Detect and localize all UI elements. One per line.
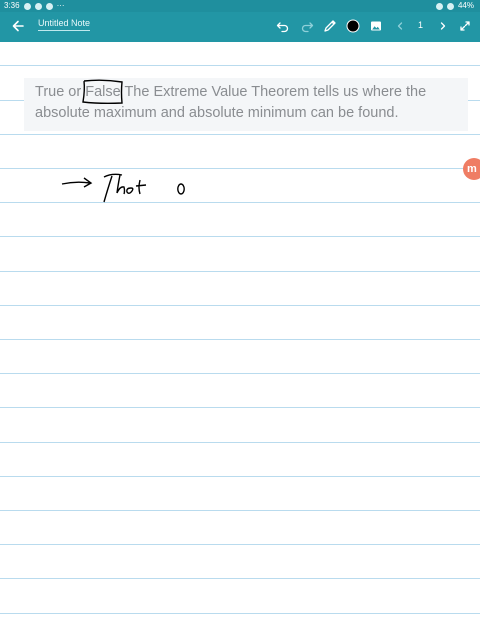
status-more: ··· bbox=[56, 1, 65, 10]
rule-line bbox=[0, 305, 480, 306]
status-time: 3:36 bbox=[4, 1, 20, 10]
rule-line bbox=[0, 134, 480, 135]
wifi-icon bbox=[446, 2, 454, 10]
status-bar: 3:36 ··· 44% bbox=[0, 0, 480, 12]
notification-icon bbox=[34, 2, 42, 10]
fullscreen-icon[interactable] bbox=[458, 19, 472, 33]
rule-line bbox=[0, 236, 480, 237]
question-text: True or False The Extreme Value Theorem … bbox=[24, 78, 468, 131]
app-bar: Untitled Note 1 bbox=[0, 12, 480, 42]
rule-line bbox=[0, 544, 480, 545]
note-title[interactable]: Untitled Note bbox=[38, 18, 91, 31]
arrow-left-icon[interactable] bbox=[10, 18, 26, 34]
rule-line bbox=[0, 476, 480, 477]
page-number: 1 bbox=[418, 20, 424, 30]
rule-line bbox=[0, 578, 480, 579]
rule-line bbox=[0, 65, 480, 66]
rule-line bbox=[0, 202, 480, 203]
notification-icon bbox=[45, 2, 53, 10]
chevron-right-icon[interactable] bbox=[436, 19, 450, 33]
rule-line bbox=[0, 339, 480, 340]
rule-line bbox=[0, 510, 480, 511]
notification-icon bbox=[23, 2, 31, 10]
rule-line bbox=[0, 168, 480, 169]
image-icon[interactable] bbox=[369, 19, 383, 33]
rule-line bbox=[0, 613, 480, 614]
color-swatch-black[interactable] bbox=[346, 19, 360, 33]
rule-line bbox=[0, 373, 480, 374]
battery-level: 44% bbox=[457, 1, 474, 10]
note-canvas[interactable] bbox=[0, 42, 480, 640]
chevron-left-icon[interactable] bbox=[393, 19, 407, 33]
undo-icon[interactable] bbox=[276, 19, 290, 33]
pen-icon[interactable] bbox=[323, 19, 337, 33]
rule-line bbox=[0, 407, 480, 408]
redo-icon[interactable] bbox=[300, 19, 314, 33]
mute-icon bbox=[435, 2, 443, 10]
rule-line bbox=[0, 271, 480, 272]
rule-line bbox=[0, 442, 480, 443]
ai-assistant-bubble[interactable]: m bbox=[463, 158, 480, 180]
